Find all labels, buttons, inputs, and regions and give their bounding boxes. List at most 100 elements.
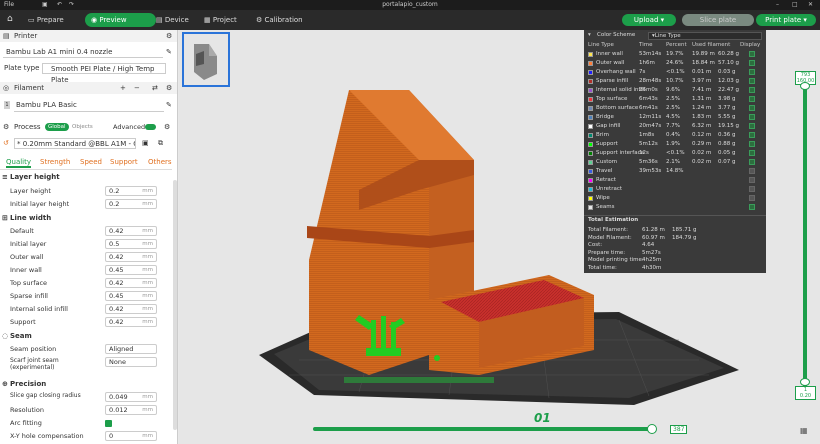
legend-display-checkbox[interactable]	[749, 141, 755, 147]
process-tab-support[interactable]: Support	[110, 158, 138, 166]
legend-display-checkbox[interactable]	[749, 195, 755, 201]
process-preset-select[interactable]: * 0.20mm Standard @BBL A1M - Copy	[14, 138, 136, 149]
tab-preview-label: Preview	[99, 16, 127, 24]
bottom-layer-handle[interactable]	[800, 378, 810, 386]
setting-input[interactable]: 0.42 mm	[105, 304, 157, 314]
minimize-icon[interactable]: –	[776, 1, 779, 8]
move-slider-handle[interactable]	[647, 424, 657, 434]
process-tab-quality[interactable]: Quality	[6, 158, 32, 168]
legend-display-checkbox[interactable]	[749, 150, 755, 156]
legend-column-header: Percent	[666, 42, 687, 48]
legend-color-swatch	[588, 70, 593, 75]
legend-display-checkbox[interactable]	[749, 78, 755, 84]
move-slider[interactable]	[313, 427, 653, 431]
color-scheme-select[interactable]: ▾ Line Type	[648, 31, 762, 40]
setting-input[interactable]: 0.45 mm	[105, 265, 157, 275]
legend-collapse-icon[interactable]: ▾	[588, 31, 591, 40]
legend-display-checkbox[interactable]	[749, 132, 755, 138]
setting-value: 0.012	[109, 406, 128, 414]
setting-input[interactable]: 0 mm	[105, 431, 157, 441]
tab-device-label: Device	[164, 16, 189, 24]
setting-row: Support 0.42 mm	[0, 317, 172, 328]
process-settings-icon[interactable]: ⚙	[164, 121, 170, 133]
legend-display-checkbox[interactable]	[749, 204, 755, 210]
legend-display-checkbox[interactable]	[749, 114, 755, 120]
setting-input[interactable]: 0.2 mm	[105, 186, 157, 196]
filament-item[interactable]: 1 Bambu PLA Basic ✎	[0, 100, 172, 112]
setting-input[interactable]: 0.42 mm	[105, 252, 157, 262]
view-options-icon[interactable]: ▦	[800, 426, 808, 435]
legend-weight: 0.03 g	[718, 69, 736, 75]
setting-value: 0.42	[109, 279, 124, 287]
sidebar-scrollbar[interactable]	[173, 180, 177, 430]
legend-display-checkbox[interactable]	[749, 69, 755, 75]
setting-input[interactable]: 0.42 mm	[105, 226, 157, 236]
setting-label: Sparse infill	[10, 292, 48, 300]
reset-icon[interactable]: ↺	[3, 138, 9, 149]
objects-toggle[interactable]: Objects	[69, 123, 96, 131]
setting-label: Resolution	[10, 406, 44, 414]
setting-input[interactable]: 0.012 mm	[105, 405, 157, 415]
legend-display-checkbox[interactable]	[749, 123, 755, 129]
process-tab-speed[interactable]: Speed	[80, 158, 102, 166]
legend-display-checkbox[interactable]	[749, 51, 755, 57]
setting-input[interactable]: 0.42 mm	[105, 317, 157, 327]
remove-filament-icon[interactable]: −	[134, 82, 140, 94]
plate-type-select[interactable]: Smooth PEI Plate / High Temp Plate	[42, 63, 166, 84]
filament-sync-icon[interactable]: ⇄	[152, 82, 158, 94]
add-filament-icon[interactable]: +	[120, 82, 126, 94]
setting-input[interactable]: Aligned	[105, 344, 157, 354]
legend-display-checkbox[interactable]	[749, 177, 755, 183]
process-tab-others[interactable]: Others	[148, 158, 172, 166]
setting-input[interactable]: 0.45 mm	[105, 291, 157, 301]
preset-compare-icon[interactable]: ⧉	[158, 138, 163, 149]
legend-display-checkbox[interactable]	[749, 168, 755, 174]
close-icon[interactable]: ✕	[808, 1, 813, 8]
setting-input[interactable]: None	[105, 357, 157, 367]
printer-select[interactable]: Bambu Lab A1 mini 0.4 nozzle ✎	[0, 47, 172, 58]
print-plate-button[interactable]: Print plate ▾	[756, 14, 816, 26]
legend-line-type: Overhang wall	[596, 69, 636, 75]
legend-color-swatch	[588, 52, 593, 57]
printer-edit-icon[interactable]: ✎	[166, 47, 172, 58]
legend-length: 7.41 m	[692, 87, 712, 93]
filament-edit-icon[interactable]: ✎	[166, 100, 172, 111]
legend-display-checkbox[interactable]	[749, 186, 755, 192]
tab-project[interactable]: ▦ Project	[198, 13, 243, 27]
printer-settings-icon[interactable]: ⚙	[166, 30, 172, 42]
advanced-switch[interactable]	[145, 124, 156, 130]
tab-preview[interactable]: ◉ Preview	[85, 13, 156, 27]
setting-input[interactable]: 0.2 mm	[105, 199, 157, 209]
process-tab-strength[interactable]: Strength	[40, 158, 70, 166]
tab-device[interactable]: ▤ Device	[150, 13, 195, 27]
maximize-icon[interactable]: □	[792, 1, 798, 8]
global-toggle[interactable]: Global	[45, 123, 69, 131]
tab-prepare[interactable]: ▭ Prepare	[22, 13, 70, 27]
estimation-row: Total time: 4h30m	[584, 264, 766, 272]
legend-color-swatch	[588, 205, 593, 210]
top-layer-handle[interactable]	[800, 82, 810, 90]
legend-time: 12s	[639, 150, 649, 156]
filament-settings-icon[interactable]: ⚙	[166, 82, 172, 94]
legend-display-checkbox[interactable]	[749, 159, 755, 165]
slice-plate-button[interactable]: Slice plate	[682, 14, 754, 26]
legend-display-checkbox[interactable]	[749, 87, 755, 93]
setting-value: 0.2	[109, 187, 120, 195]
line-width-title: Line width	[10, 214, 52, 222]
setting-value: 0.2	[109, 200, 120, 208]
legend-display-checkbox[interactable]	[749, 96, 755, 102]
preset-save-icon[interactable]: ▣	[142, 138, 149, 149]
tab-calibration[interactable]: ⚙ Calibration	[250, 13, 309, 27]
legend-display-checkbox[interactable]	[749, 60, 755, 66]
home-icon[interactable]: ⌂	[7, 14, 13, 24]
layer-range-slider[interactable]	[803, 85, 807, 390]
setting-input[interactable]: 0.049 mm	[105, 392, 157, 402]
arc-fitting-checkbox[interactable]	[105, 420, 112, 427]
legend-display-checkbox[interactable]	[749, 105, 755, 111]
setting-input[interactable]: 0.5 mm	[105, 239, 157, 249]
legend-row: Bridge 12m11s 4.5% 1.83 m 5.55 g	[584, 113, 766, 122]
plate-thumbnail[interactable]	[182, 32, 230, 87]
legend-columns: Line Type Time Percent Used filament Display	[584, 41, 766, 50]
upload-button[interactable]: Upload ▾	[622, 14, 676, 26]
setting-input[interactable]: 0.42 mm	[105, 278, 157, 288]
